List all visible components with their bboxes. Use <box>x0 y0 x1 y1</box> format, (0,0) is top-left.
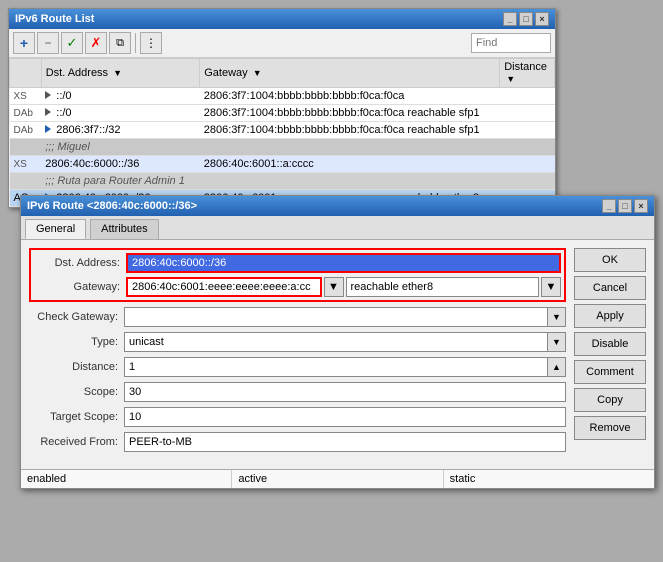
disable-button[interactable]: Disable <box>574 332 646 356</box>
dst-address-input[interactable] <box>126 253 561 273</box>
tab-attributes[interactable]: Attributes <box>90 219 158 239</box>
detail-form: Dst. Address: Gateway: ▼ ▼ Check Gateway… <box>29 248 566 457</box>
tab-general[interactable]: General <box>25 219 86 239</box>
triangle-icon <box>45 91 51 99</box>
remove-button[interactable]: Remove <box>574 416 646 440</box>
sort-arrow-dst: ▼ <box>113 68 122 78</box>
target-scope-input[interactable] <box>124 407 566 427</box>
copy-toolbar-button[interactable]: ⧉ <box>109 32 131 54</box>
check-gateway-label: Check Gateway: <box>29 311 124 323</box>
action-buttons: OK Cancel Apply Disable Comment Copy Rem… <box>574 248 646 457</box>
gateway-option-arrow[interactable]: ▼ <box>541 277 561 297</box>
col-header-flag <box>10 59 42 88</box>
flag-xs: XS <box>14 91 27 102</box>
received-from-label: Received From: <box>29 436 124 448</box>
cancel-toolbar-button[interactable]: ✗ <box>85 32 107 54</box>
type-input[interactable] <box>124 332 548 352</box>
received-from-input[interactable] <box>124 432 566 452</box>
col-header-dst[interactable]: Dst. Address ▼ <box>41 59 200 88</box>
table-row-section: ;;; Miguel <box>10 139 555 156</box>
col-header-gw[interactable]: Gateway ▼ <box>200 59 500 88</box>
gateway-row: Gateway: ▼ ▼ <box>31 277 561 297</box>
flag-dab: DAb <box>14 125 33 136</box>
status-static: static <box>444 470 654 488</box>
filter-button[interactable]: ⋮ <box>140 32 162 54</box>
comment-button[interactable]: Comment <box>574 360 646 384</box>
distance-input[interactable] <box>124 357 548 377</box>
add-button[interactable]: + <box>13 32 35 54</box>
status-enabled: enabled <box>21 470 232 488</box>
gateway-label: Gateway: <box>31 281 126 293</box>
gateway-input[interactable] <box>126 277 322 297</box>
toolbar-separator <box>135 33 136 53</box>
detail-close-button[interactable]: × <box>634 199 648 213</box>
route-list-title: IPv6 Route List <box>15 13 94 25</box>
distance-input-group: ▲ <box>124 357 566 377</box>
gateway-input-group: ▼ ▼ <box>126 277 561 297</box>
type-arrow[interactable]: ▼ <box>548 332 566 352</box>
route-list-window: IPv6 Route List _ □ × + − ✓ ✗ ⧉ ⋮ Dst. A… <box>8 8 556 208</box>
route-detail-title: IPv6 Route <2806:40c:6000::/36> <box>27 200 197 212</box>
gateway-dropdown-button[interactable]: ▼ <box>324 277 344 297</box>
type-row: Type: ▼ <box>29 332 566 352</box>
ok-button[interactable]: OK <box>574 248 646 272</box>
table-row[interactable]: XS 2806:40c:6000::/36 2806:40c:6001::a:c… <box>10 156 555 173</box>
dst-address-row: Dst. Address: <box>31 253 561 273</box>
dst-address-section: Dst. Address: Gateway: ▼ ▼ <box>29 248 566 302</box>
check-gateway-row: Check Gateway: ▼ <box>29 307 566 327</box>
check-gateway-input[interactable] <box>124 307 548 327</box>
distance-label: Distance: <box>29 361 124 373</box>
check-button[interactable]: ✓ <box>61 32 83 54</box>
dst-address-label: Dst. Address: <box>31 257 126 269</box>
detail-body: Dst. Address: Gateway: ▼ ▼ Check Gateway… <box>21 240 654 465</box>
detail-minimize-button[interactable]: _ <box>602 199 616 213</box>
route-detail-window: IPv6 Route <2806:40c:6000::/36> _ □ × Ge… <box>20 195 655 489</box>
type-label: Type: <box>29 336 124 348</box>
title-bar-buttons: _ □ × <box>503 12 549 26</box>
tabs-bar: General Attributes <box>21 216 654 240</box>
distance-arrow[interactable]: ▲ <box>548 357 566 377</box>
find-input[interactable] <box>471 33 551 53</box>
flag-xs: XS <box>14 159 27 170</box>
status-bar: enabled active static <box>21 469 654 488</box>
scope-input[interactable] <box>124 382 566 402</box>
route-table: Dst. Address ▼ Gateway ▼ Distance ▼ XS <box>9 58 555 207</box>
target-scope-label: Target Scope: <box>29 411 124 423</box>
target-scope-row: Target Scope: <box>29 407 566 427</box>
sort-arrow-gw: ▼ <box>253 68 262 78</box>
apply-button[interactable]: Apply <box>574 304 646 328</box>
scope-row: Scope: <box>29 382 566 402</box>
copy-button[interactable]: Copy <box>574 388 646 412</box>
toolbar: + − ✓ ✗ ⧉ ⋮ <box>9 29 555 58</box>
sort-arrow-dist: ▼ <box>506 74 515 84</box>
type-input-group: ▼ <box>124 332 566 352</box>
table-row[interactable]: DAb ::/0 2806:3f7:1004:bbbb:bbbb:bbbb:f0… <box>10 105 555 122</box>
route-detail-title-bar: IPv6 Route <2806:40c:6000::/36> _ □ × <box>21 196 654 216</box>
delete-button[interactable]: − <box>37 32 59 54</box>
triangle-icon <box>45 125 51 133</box>
distance-row: Distance: ▲ <box>29 357 566 377</box>
detail-maximize-button[interactable]: □ <box>618 199 632 213</box>
scope-label: Scope: <box>29 386 124 398</box>
col-header-dist[interactable]: Distance ▼ <box>500 59 555 88</box>
cancel-button[interactable]: Cancel <box>574 276 646 300</box>
check-gateway-arrow[interactable]: ▼ <box>548 307 566 327</box>
minimize-button[interactable]: _ <box>503 12 517 26</box>
status-active: active <box>232 470 443 488</box>
detail-title-bar-buttons: _ □ × <box>602 199 648 213</box>
gateway-option-input[interactable] <box>346 277 540 297</box>
flag-dab: DAb <box>14 108 33 119</box>
triangle-icon <box>45 108 51 116</box>
close-button[interactable]: × <box>535 12 549 26</box>
maximize-button[interactable]: □ <box>519 12 533 26</box>
table-row-comment: ;;; Ruta para Router Admin 1 <box>10 173 555 190</box>
received-from-row: Received From: <box>29 432 566 452</box>
table-row[interactable]: XS ::/0 2806:3f7:1004:bbbb:bbbb:bbbb:f0c… <box>10 88 555 105</box>
route-list-title-bar: IPv6 Route List _ □ × <box>9 9 555 29</box>
table-row[interactable]: DAb 2806:3f7::/32 2806:3f7:1004:bbbb:bbb… <box>10 122 555 139</box>
check-gateway-input-group: ▼ <box>124 307 566 327</box>
